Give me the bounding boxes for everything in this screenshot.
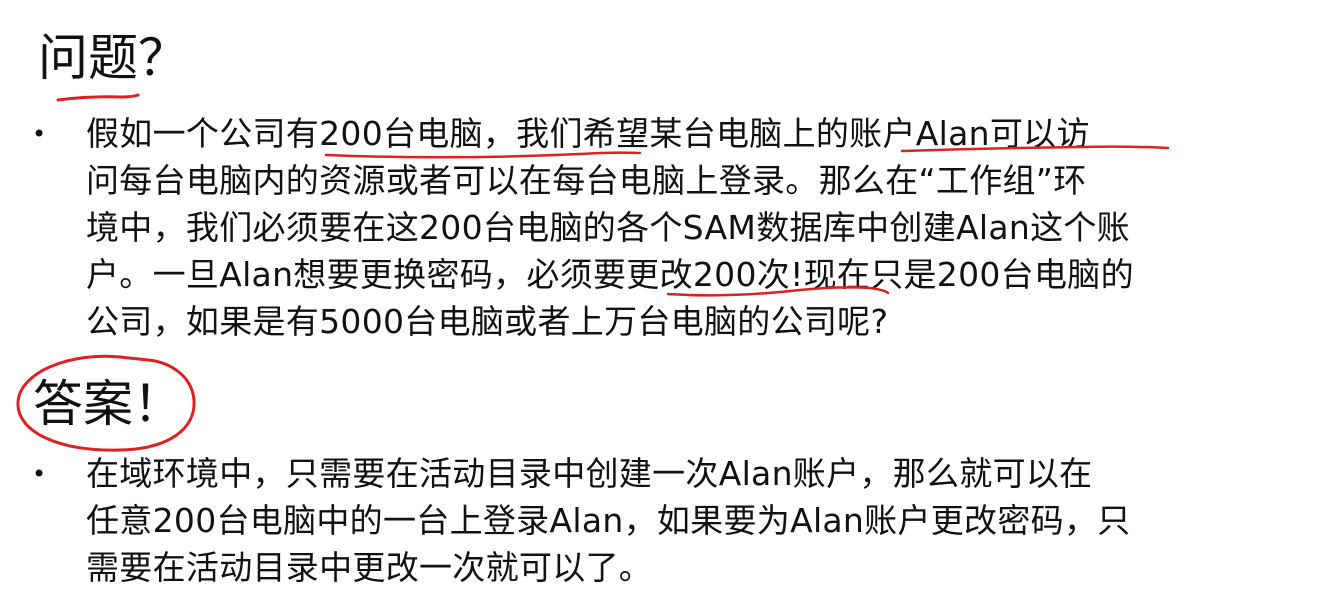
answer-line-3: 需要在活动目录中更改一次就可以了。	[86, 548, 653, 587]
question-line-1: 假如一个公司有200台电脑，我们希望某台电脑上的账户Alan可以访	[86, 114, 1090, 153]
answer-bullet: • 在域环境中，只需要在活动目录中创建一次Alan账户，那么就可以在 任意200…	[32, 450, 1322, 591]
question-paragraph: 假如一个公司有200台电脑，我们希望某台电脑上的账户Alan可以访 问每台电脑内…	[86, 110, 1322, 345]
answer-line-2: 任意200台电脑中的一台上登录Alan，如果要为Alan账户更改密码，只	[86, 501, 1131, 540]
answer-paragraph: 在域环境中，只需要在活动目录中创建一次Alan账户，那么就可以在 任意200台电…	[86, 450, 1322, 591]
answer-heading: 答案！	[33, 375, 183, 433]
question-line-4: 户。一旦Alan想要更换密码，必须要更改200次!现在只是200台电脑的	[86, 255, 1134, 294]
question-line-3: 境中，我们必须要在这200台电脑的各个SAM数据库中创建Alan这个账	[86, 208, 1130, 247]
bullet-icon: •	[32, 460, 47, 488]
bullet-icon: •	[32, 120, 47, 148]
question-heading: 问题？	[38, 29, 188, 87]
underline-question-heading	[56, 93, 140, 102]
question-bullet: • 假如一个公司有200台电脑，我们希望某台电脑上的账户Alan可以访 问每台电…	[32, 110, 1322, 345]
question-line-5: 公司，如果是有5000台电脑或者上万台电脑的公司呢?	[86, 302, 889, 341]
answer-line-1: 在域环境中，只需要在活动目录中创建一次Alan账户，那么就可以在	[86, 454, 1093, 493]
question-line-2: 问每台电脑内的资源或者可以在每台电脑上登录。那么在“工作组”环	[86, 161, 1087, 200]
